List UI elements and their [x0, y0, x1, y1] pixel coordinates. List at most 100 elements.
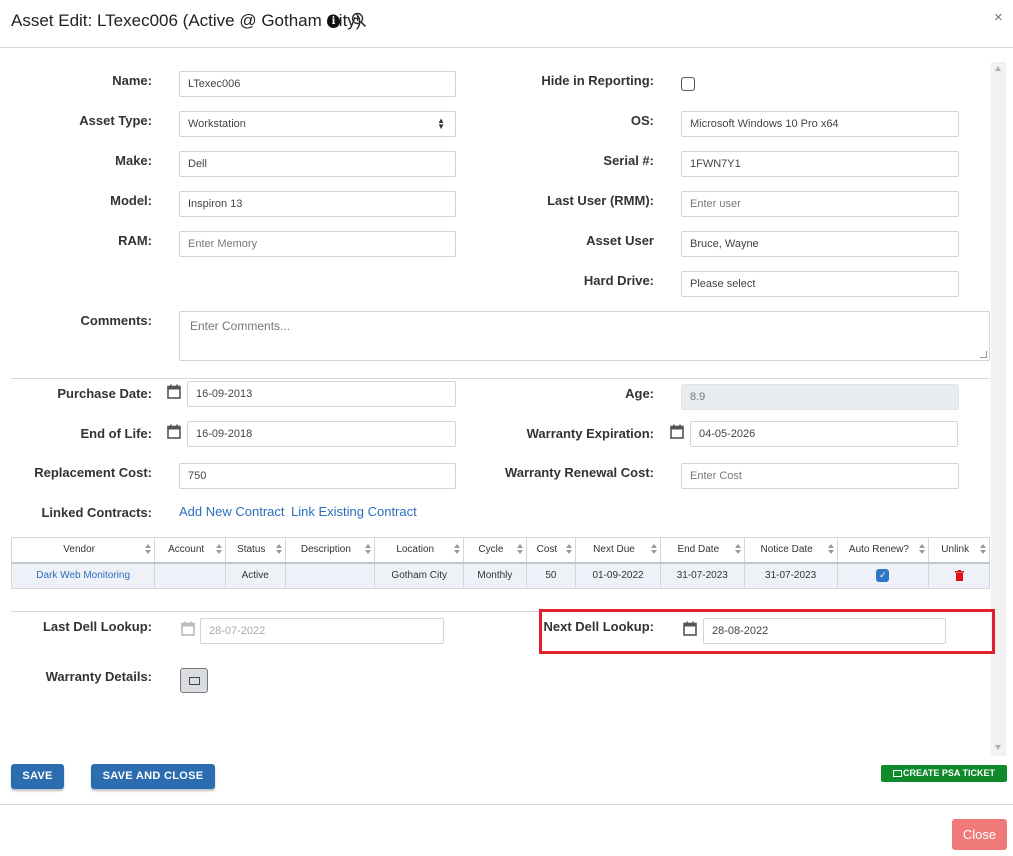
name-input[interactable]: LTexec006: [179, 71, 456, 97]
sort-icon[interactable]: [734, 544, 742, 554]
table-row[interactable]: Dark Web Monitoring Active Gotham City M…: [10, 561, 990, 589]
age-input: 8.9: [681, 384, 959, 410]
auto-renew-checkbox[interactable]: ✓: [876, 569, 890, 583]
create-psa-ticket-label: CREATE PSA TICKET: [902, 768, 995, 778]
asset-type-select[interactable]: Workstation ▲ ▼: [179, 111, 456, 137]
calendar-icon[interactable]: [167, 424, 181, 439]
column-header-notice-date[interactable]: Notice Date: [743, 537, 838, 563]
sort-icon[interactable]: [275, 544, 283, 554]
scroll-up-arrow-icon[interactable]: [995, 66, 1001, 71]
trash-icon[interactable]: [954, 570, 964, 582]
sort-icon[interactable]: [980, 544, 987, 554]
add-new-contract-link[interactable]: Add New Contract: [179, 504, 285, 519]
location-cell: Gotham City: [374, 561, 465, 589]
column-header-vendor[interactable]: Vendor: [10, 537, 156, 563]
sort-icon[interactable]: [454, 544, 461, 554]
create-psa-ticket-button[interactable]: CREATE PSA TICKET: [881, 765, 1007, 782]
purchase-date-input[interactable]: 16-09-2013: [187, 381, 456, 407]
comments-placeholder: Enter Comments...: [190, 319, 291, 333]
last-dell-lookup-input: 28-07-2022: [200, 618, 444, 644]
save-and-close-button[interactable]: SAVE AND CLOSE: [91, 764, 215, 789]
next-due-cell: 01-09-2022: [575, 561, 661, 589]
sort-icon[interactable]: [650, 544, 658, 554]
asset-user-label: Asset User: [586, 233, 654, 248]
calendar-icon[interactable]: [167, 384, 181, 399]
last-dell-lookup-label: Last Dell Lookup:: [42, 619, 152, 634]
resize-handle-icon[interactable]: [980, 351, 987, 358]
replacement-cost-input[interactable]: 750: [179, 463, 456, 489]
model-input[interactable]: Inspiron 13: [179, 191, 456, 217]
warranty-expiration-label: Warranty Expiration:: [526, 426, 654, 441]
asset-user-input[interactable]: Bruce, Wayne: [681, 231, 959, 257]
name-label: Name:: [112, 73, 152, 88]
account-cell: [154, 561, 226, 589]
last-user-label: Last User (RMM):: [547, 193, 654, 208]
sort-icon[interactable]: [516, 544, 524, 554]
column-header-location[interactable]: Location: [374, 537, 465, 563]
column-header-unlink[interactable]: Unlink: [928, 537, 990, 563]
scroll-down-arrow-icon[interactable]: [995, 745, 1001, 750]
table-header-row: Vendor Account Status Description Locati…: [10, 537, 990, 563]
asset-type-label: Asset Type:: [79, 113, 152, 128]
warranty-renewal-cost-label: Warranty Renewal Cost:: [504, 465, 654, 480]
serial-input[interactable]: 1FWN7Y1: [681, 151, 959, 177]
column-header-description[interactable]: Description: [284, 537, 376, 563]
replacement-cost-label: Replacement Cost:: [34, 465, 152, 480]
footer-divider: [0, 804, 1013, 805]
column-header-cycle[interactable]: Cycle: [463, 537, 527, 563]
sort-icon[interactable]: [919, 544, 926, 554]
calendar-icon[interactable]: [683, 621, 697, 636]
sort-icon[interactable]: [145, 544, 152, 554]
purchase-date-label: Purchase Date:: [57, 386, 152, 401]
column-header-status[interactable]: Status: [224, 537, 286, 563]
hard-drive-label: Hard Drive:: [583, 273, 654, 288]
cost-cell: 50: [525, 561, 577, 589]
modal-title: Asset Edit: LTexec006 (Active @ Gotham C…: [11, 11, 362, 30]
warranty-details-label: Warranty Details:: [45, 669, 152, 684]
warranty-renewal-cost-input[interactable]: Enter Cost: [681, 463, 959, 489]
calendar-icon[interactable]: [670, 424, 684, 439]
end-of-life-input[interactable]: 16-09-2018: [187, 421, 456, 447]
comments-textarea[interactable]: Enter Comments...: [179, 311, 990, 361]
sort-icon[interactable]: [827, 544, 835, 554]
column-header-cost[interactable]: Cost: [525, 537, 577, 563]
close-button[interactable]: Close: [952, 819, 1007, 850]
end-of-life-label: End of Life:: [80, 426, 153, 441]
section-divider: [11, 378, 990, 379]
os-label: OS:: [630, 113, 654, 128]
info-icon[interactable]: i: [327, 15, 340, 28]
warranty-expiration-input[interactable]: 04-05-2026: [690, 421, 958, 447]
hide-in-reporting-checkbox[interactable]: [681, 77, 695, 91]
next-dell-lookup-label: Next Dell Lookup:: [543, 619, 654, 634]
linked-contracts-label: Linked Contracts:: [41, 505, 152, 520]
sort-icon[interactable]: [365, 544, 372, 554]
column-header-account[interactable]: Account: [154, 537, 226, 563]
asset-type-value: Workstation: [188, 118, 246, 130]
link-existing-contract-link[interactable]: Link Existing Contract: [291, 504, 417, 519]
column-header-end-date[interactable]: End Date: [659, 537, 745, 563]
make-input[interactable]: Dell: [179, 151, 456, 177]
save-button[interactable]: SAVE: [11, 764, 64, 789]
status-cell: Active: [224, 561, 286, 589]
vendor-link[interactable]: Dark Web Monitoring: [10, 561, 156, 589]
id-card-icon: [189, 677, 200, 685]
column-header-next-due[interactable]: Next Due: [575, 537, 661, 563]
ticket-icon: [892, 770, 902, 777]
header-divider: [0, 47, 1013, 48]
model-label: Model:: [110, 193, 152, 208]
next-dell-lookup-input[interactable]: 28-08-2022: [703, 618, 946, 644]
close-icon[interactable]: ×: [994, 9, 1003, 26]
unlink-cell: [928, 561, 990, 589]
zoom-in-icon[interactable]: [351, 12, 367, 28]
column-header-auto-renew[interactable]: Auto Renew?: [836, 537, 930, 563]
last-user-input[interactable]: Enter user: [681, 191, 959, 217]
hard-drive-select[interactable]: Please select: [681, 271, 959, 297]
sort-icon[interactable]: [215, 544, 223, 554]
end-date-cell: 31-07-2023: [659, 561, 745, 589]
age-label: Age:: [625, 386, 654, 401]
sort-icon[interactable]: [566, 544, 573, 554]
ram-input[interactable]: Enter Memory: [179, 231, 456, 257]
cycle-cell: Monthly: [463, 561, 527, 589]
warranty-details-button[interactable]: [180, 668, 208, 693]
os-input[interactable]: Microsoft Windows 10 Pro x64: [681, 111, 959, 137]
